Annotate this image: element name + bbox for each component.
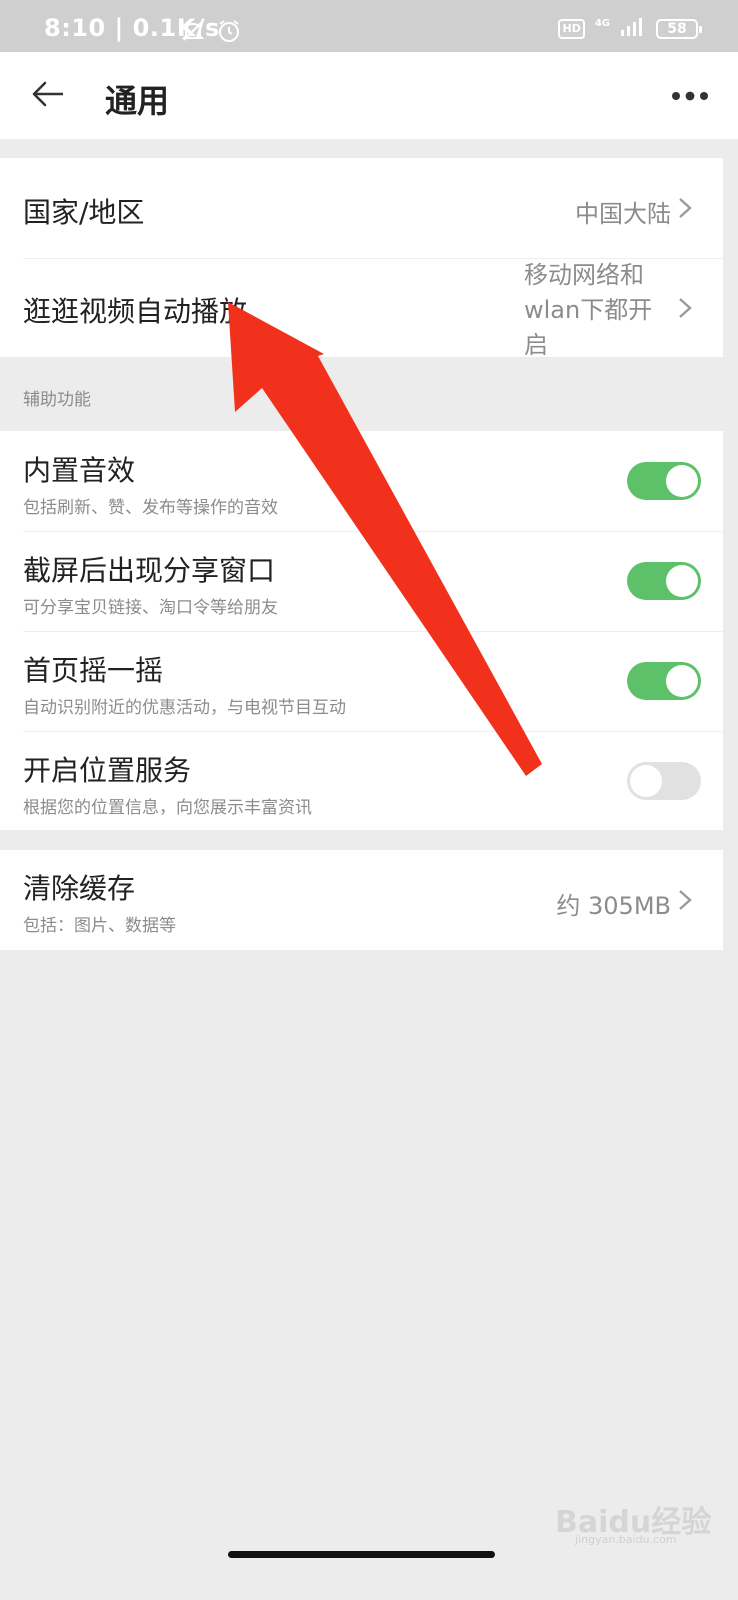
annotation-arrow-icon — [228, 302, 542, 776]
